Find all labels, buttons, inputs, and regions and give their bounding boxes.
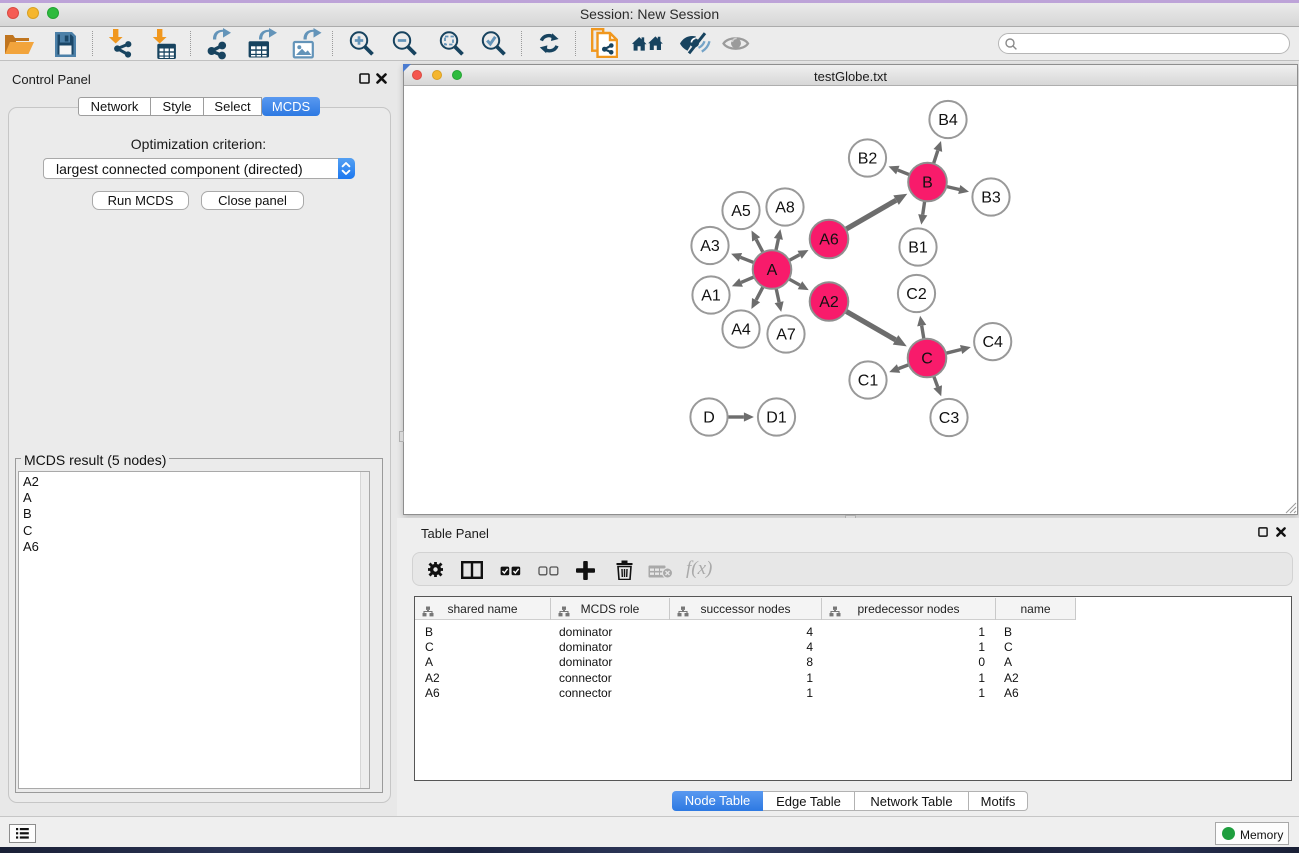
svg-text:C: C (921, 351, 933, 368)
svg-text:A7: A7 (776, 327, 796, 344)
svg-text:A1: A1 (701, 288, 721, 305)
svg-text:A6: A6 (819, 232, 839, 249)
svg-text:A2: A2 (819, 294, 839, 311)
svg-text:D1: D1 (766, 410, 787, 427)
svg-text:C3: C3 (939, 410, 960, 427)
svg-text:A5: A5 (731, 203, 751, 220)
svg-text:A: A (767, 262, 778, 279)
svg-text:A8: A8 (775, 200, 795, 217)
svg-text:C1: C1 (858, 373, 879, 390)
svg-text:B: B (922, 175, 933, 192)
svg-text:D: D (703, 410, 715, 427)
svg-text:B3: B3 (981, 190, 1001, 207)
svg-text:C2: C2 (906, 286, 927, 303)
svg-text:B1: B1 (908, 240, 928, 257)
svg-text:A3: A3 (700, 238, 720, 255)
svg-text:B2: B2 (858, 151, 878, 168)
svg-text:C4: C4 (982, 334, 1003, 351)
svg-text:A4: A4 (731, 322, 751, 339)
svg-text:B4: B4 (938, 112, 958, 129)
